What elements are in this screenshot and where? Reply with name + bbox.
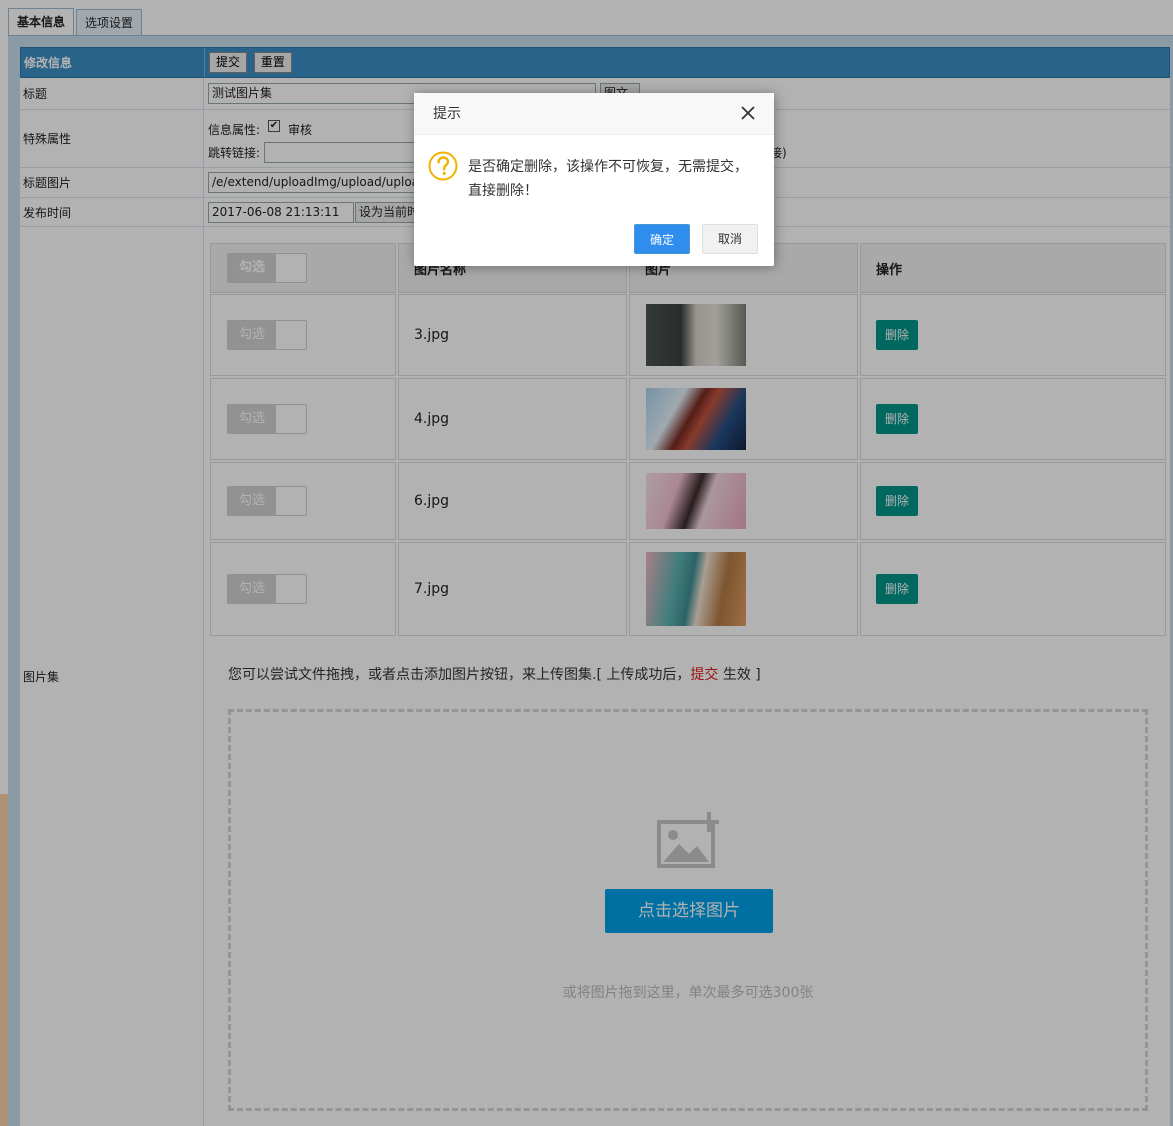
page: 基本信息 选项设置 修改信息 提交 重置 标题 测试图片集 图文 特殊属性 信息… — [0, 0, 1173, 1126]
question-icon — [428, 151, 458, 181]
dialog-message: 是否确定删除，该操作不可恢复，无需提交，直接删除！ — [468, 159, 748, 199]
confirm-ok-button[interactable]: 确定 — [634, 224, 690, 254]
dialog-title: 提示 — [414, 93, 774, 135]
close-icon[interactable] — [739, 104, 757, 122]
confirm-dialog: 提示 是否确定删除，该操作不可恢复，无需提交，直接删除！ 确定 取消 — [414, 93, 774, 266]
confirm-cancel-button[interactable]: 取消 — [702, 224, 758, 254]
